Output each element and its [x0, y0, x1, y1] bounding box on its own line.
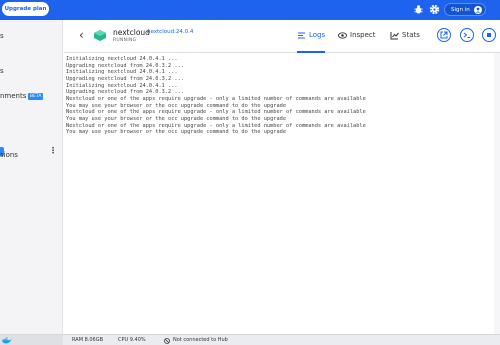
log-line: Upgrading nextcloud from 24.0.3.2 ...	[66, 89, 184, 96]
kebab-menu-icon[interactable]: ⋮	[49, 146, 57, 155]
log-line: Initializing nextcloud 24.0.4.1 ...	[66, 82, 178, 89]
ram-usage: RAM 8.06GB	[72, 337, 104, 343]
docker-whale-icon	[2, 337, 12, 344]
log-line: Initializing nextcloud 24.0.4.1 ...	[66, 56, 178, 62]
open-in-browser-button[interactable]	[437, 28, 451, 42]
disconnected-icon	[164, 337, 170, 344]
chart-icon	[390, 32, 399, 40]
user-icon	[474, 6, 482, 14]
log-line: Upgrading nextcloud from 24.0.3.2 ...	[66, 75, 184, 82]
top-bar: Upgrade plan Sign in	[0, 0, 500, 20]
container-name: nextcloud	[113, 28, 150, 37]
log-line: Nextcloud or one of the apps require upg…	[66, 122, 366, 129]
upgrade-plan-button[interactable]: Upgrade plan	[2, 2, 49, 16]
container-icon	[94, 30, 106, 41]
log-scrollbar[interactable]	[494, 53, 500, 334]
back-arrow-icon[interactable]: ‹	[79, 28, 84, 42]
sidebar-item-volumes[interactable]: s	[0, 67, 4, 75]
sign-in-button[interactable]: Sign in	[444, 3, 486, 16]
tab-logs-label: Logs	[309, 31, 326, 39]
docker-status[interactable]	[0, 335, 63, 345]
log-line: Nextcloud or one of the apps require upg…	[66, 95, 366, 102]
tab-stats[interactable]: Stats	[390, 31, 420, 53]
container-image-link[interactable]: nextcloud:24.0.4	[147, 29, 193, 35]
bug-icon[interactable]	[413, 4, 424, 15]
sidebar-item-extensions[interactable]: sions	[0, 151, 18, 159]
sidebar-item-dev-environments[interactable]: nments	[0, 92, 26, 100]
cpu-usage: CPU 9.40%	[118, 337, 146, 343]
hub-status: Not connected to Hub	[173, 337, 228, 343]
sidebar-item-containers[interactable]: s	[0, 32, 4, 40]
log-line: You may use your browser or the occ upgr…	[66, 102, 287, 109]
log-line: Nextcloud or one of the apps require upg…	[66, 109, 366, 116]
tab-inspect[interactable]: Inspect	[338, 31, 376, 53]
container-header: ‹ nextcloud nextcloud:24.0.4 RUNNING Log…	[64, 20, 500, 53]
tab-stats-label: Stats	[402, 31, 420, 39]
log-line: You may use your browser or the occ upgr…	[66, 115, 287, 122]
gear-icon[interactable]	[429, 4, 440, 15]
open-in-browser-icon	[440, 31, 448, 39]
stop-icon	[487, 33, 491, 37]
status-footer: RAM 8.06GB CPU 9.40% Not connected to Hu…	[0, 334, 500, 345]
log-line: Upgrading nextcloud from 24.0.3.2 ...	[66, 62, 184, 69]
container-status: RUNNING	[113, 38, 137, 43]
log-output: Initializing nextcloud 24.0.4.1 ... Upgra…	[66, 56, 496, 332]
terminal-button[interactable]	[460, 28, 474, 42]
log-line: Initializing nextcloud 24.0.4.1 ...	[66, 69, 178, 76]
tab-logs[interactable]: Logs	[297, 31, 325, 53]
terminal-icon	[463, 32, 470, 38]
eye-icon	[338, 32, 347, 39]
sign-in-label: Sign in	[451, 6, 470, 13]
stop-button[interactable]	[482, 28, 496, 42]
sidebar: s s nments BETA ⋮ sions	[0, 20, 63, 334]
log-line: You may use your browser or the occ upgr…	[66, 129, 287, 136]
beta-badge: BETA	[28, 93, 44, 100]
tab-inspect-label: Inspect	[350, 31, 376, 39]
logs-icon	[298, 32, 305, 39]
